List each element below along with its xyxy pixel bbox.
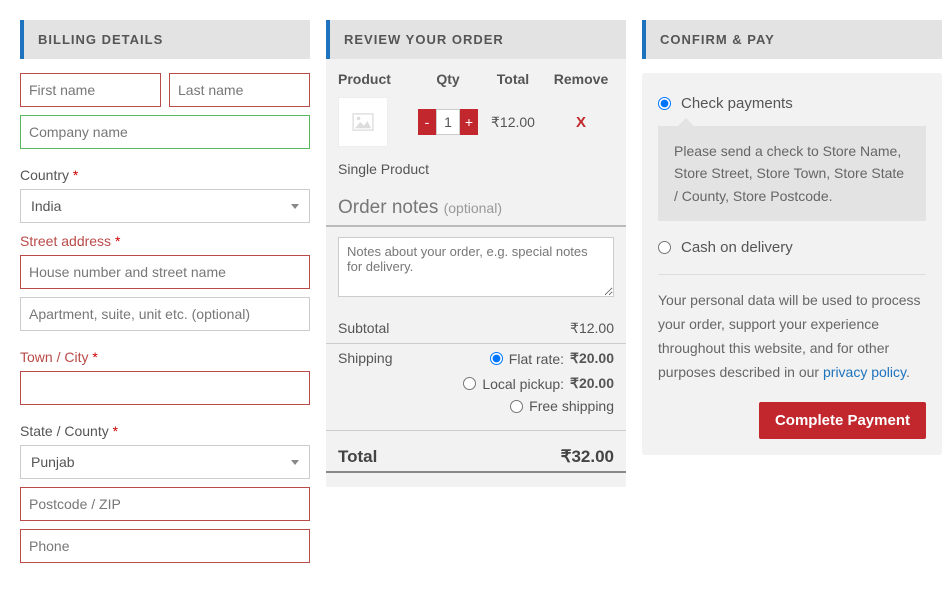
state-value: Punjab — [31, 454, 75, 470]
confirm-title: CONFIRM & PAY — [642, 20, 942, 59]
phone-input[interactable] — [20, 529, 310, 563]
payment-cod[interactable]: Cash on delivery — [658, 231, 926, 264]
town-label: Town / City * — [20, 349, 310, 365]
country-value: India — [31, 198, 61, 214]
qty-minus-button[interactable]: - — [418, 109, 436, 135]
last-name-input[interactable] — [169, 73, 310, 107]
payment-panel: Check payments Please send a check to St… — [642, 73, 942, 455]
first-name-input[interactable] — [20, 73, 161, 107]
order-row: - 1 + ₹12.00 X — [326, 97, 626, 157]
qty-stepper: - 1 + — [418, 109, 478, 135]
remove-button[interactable]: X — [548, 114, 614, 131]
privacy-text: Your personal data will be used to proce… — [658, 289, 926, 384]
payment-cod-radio[interactable] — [658, 241, 671, 254]
qty-value[interactable]: 1 — [436, 109, 460, 135]
order-notes-heading: Order notes (optional) — [326, 189, 626, 227]
shipping-label: Shipping — [338, 350, 393, 367]
complete-payment-button[interactable]: Complete Payment — [759, 402, 926, 439]
image-placeholder-icon — [352, 113, 374, 131]
subtotal-row: Subtotal ₹12.00 — [326, 314, 626, 344]
header-total: Total — [478, 71, 548, 87]
order-notes-input[interactable] — [338, 237, 614, 297]
billing-title: BILLING DETAILS — [20, 20, 310, 59]
total-label: Total — [338, 447, 377, 467]
header-remove: Remove — [548, 71, 614, 87]
header-product: Product — [338, 71, 418, 87]
shipping-block: Shipping Flat rate: ₹20.00 Local pickup:… — [326, 344, 626, 431]
shipping-free-radio[interactable] — [510, 400, 523, 413]
payment-check-radio[interactable] — [658, 97, 671, 110]
shipping-local-radio[interactable] — [463, 377, 476, 390]
shipping-flat-radio[interactable] — [490, 352, 503, 365]
shipping-flat[interactable]: Flat rate: ₹20.00 — [490, 350, 614, 367]
subtotal-value: ₹12.00 — [570, 320, 614, 337]
payment-check-desc: Please send a check to Store Name, Store… — [658, 126, 926, 221]
shipping-free[interactable]: Free shipping — [338, 398, 614, 414]
town-input[interactable] — [20, 371, 310, 405]
chevron-down-icon — [291, 204, 299, 209]
review-column: REVIEW YOUR ORDER Product Qty Total Remo… — [326, 20, 626, 487]
state-select[interactable]: Punjab — [20, 445, 310, 479]
subtotal-label: Subtotal — [338, 320, 389, 337]
total-value: ₹32.00 — [561, 447, 614, 467]
privacy-policy-link[interactable]: privacy policy — [823, 364, 906, 380]
billing-column: BILLING DETAILS Country * India Street a… — [20, 20, 310, 571]
payment-check[interactable]: Check payments — [658, 87, 926, 120]
country-select[interactable]: India — [20, 189, 310, 223]
chevron-down-icon — [291, 460, 299, 465]
country-label: Country * — [20, 167, 310, 183]
divider — [658, 274, 926, 275]
total-row: Total ₹32.00 — [326, 437, 626, 473]
street-label: Street address * — [20, 233, 310, 249]
confirm-column: CONFIRM & PAY Check payments Please send… — [642, 20, 942, 455]
street2-input[interactable] — [20, 297, 310, 331]
row-total: ₹12.00 — [478, 114, 548, 131]
postcode-input[interactable] — [20, 487, 310, 521]
order-headers: Product Qty Total Remove — [326, 69, 626, 97]
state-label: State / County * — [20, 423, 310, 439]
street1-input[interactable] — [20, 255, 310, 289]
review-title: REVIEW YOUR ORDER — [326, 20, 626, 59]
product-thumbnail — [338, 97, 388, 147]
company-input[interactable] — [20, 115, 310, 149]
shipping-local[interactable]: Local pickup: ₹20.00 — [338, 375, 614, 392]
qty-plus-button[interactable]: + — [460, 109, 478, 135]
header-qty: Qty — [418, 71, 478, 87]
product-name: Single Product — [326, 157, 626, 189]
